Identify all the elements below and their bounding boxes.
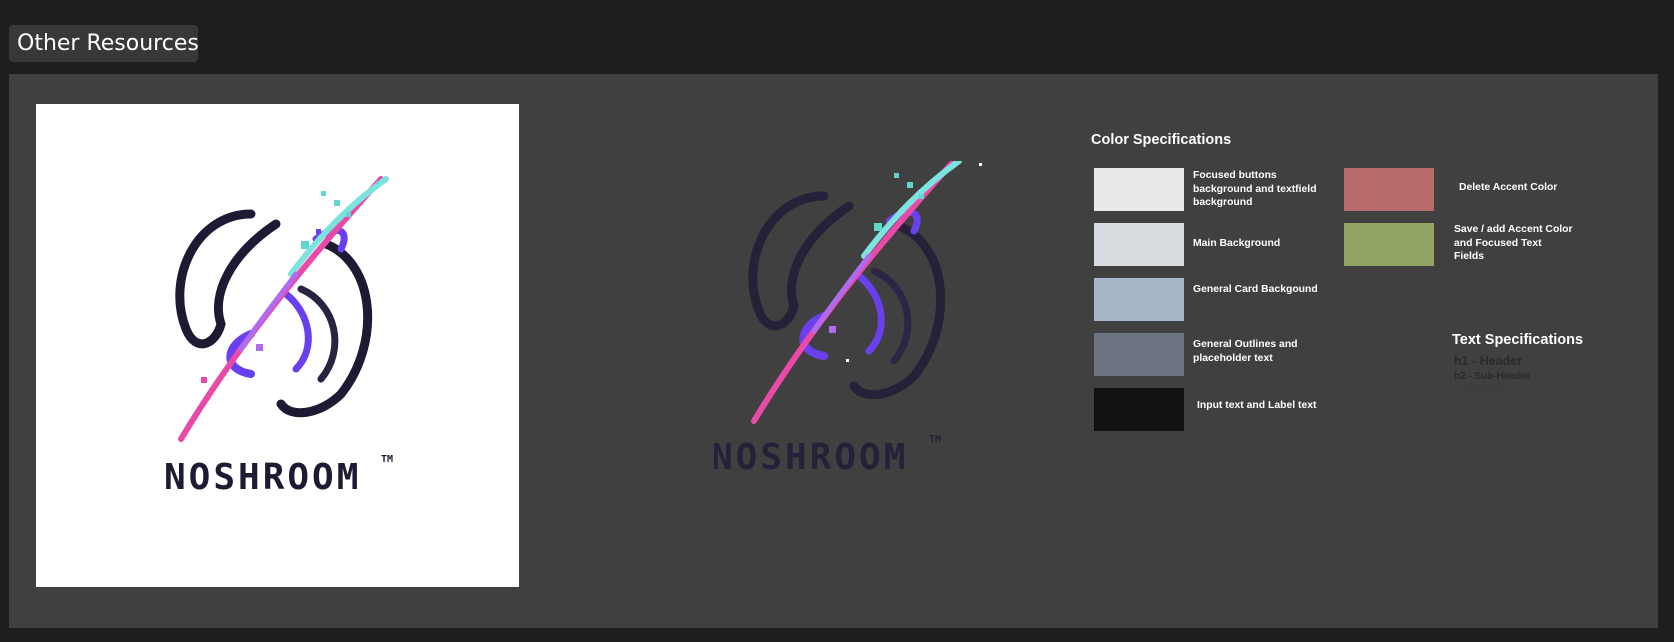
logo-trademark-light: TM bbox=[381, 454, 393, 465]
swatch-save-accent bbox=[1344, 223, 1434, 266]
swatch-focused-bg bbox=[1094, 168, 1184, 211]
swatch-label-delete-accent: Delete Accent Color bbox=[1459, 182, 1558, 193]
swatch-label-card-bg: General Card Backgound bbox=[1193, 284, 1318, 295]
swatch-delete-accent bbox=[1344, 168, 1434, 211]
swatch-outlines bbox=[1094, 333, 1184, 376]
logo-wordmark-light: NOSHROOM bbox=[164, 457, 361, 498]
text-spec-h2: h2 - Sub-Header bbox=[1454, 371, 1531, 382]
text-spec-small: Subtext & Footers bbox=[1454, 399, 1487, 404]
text-specs-title: Text Specifications bbox=[1452, 332, 1584, 348]
logo-trademark-dark: TM bbox=[929, 434, 941, 445]
swatch-label-focused-bg: Focused buttons background and textfield… bbox=[1193, 170, 1317, 208]
text-spec-h1: h1 - Header bbox=[1454, 354, 1523, 368]
swatch-label-input-text: Input text and Label text bbox=[1197, 400, 1317, 411]
noshroom-logo-light: NOSHROOM TM bbox=[164, 176, 393, 498]
swatch-label-outlines: General Outlines and placeholder text bbox=[1193, 339, 1298, 364]
page-section-tag: Other Resources bbox=[9, 25, 199, 62]
swatch-label-main-bg: Main Background bbox=[1193, 238, 1281, 249]
text-spec-p: p - Text & Card Labels bbox=[1454, 387, 1504, 393]
resources-canvas: NOSHROOM TM NOSHROOM TM Color Specificat… bbox=[9, 74, 1658, 628]
logo-card-light: NOSHROOM TM bbox=[36, 104, 519, 587]
swatch-card-bg bbox=[1094, 278, 1184, 321]
logo-wordmark-dark: NOSHROOM bbox=[714, 437, 908, 478]
noshroom-logo-dark: NOSHROOM TM bbox=[714, 161, 982, 478]
swatch-input-text bbox=[1094, 388, 1184, 431]
swatch-label-save-accent: Save / add Accent Color and Focused Text… bbox=[1454, 224, 1573, 262]
color-specs-title: Color Specifications bbox=[1091, 132, 1232, 148]
swatch-main-bg bbox=[1094, 223, 1184, 266]
